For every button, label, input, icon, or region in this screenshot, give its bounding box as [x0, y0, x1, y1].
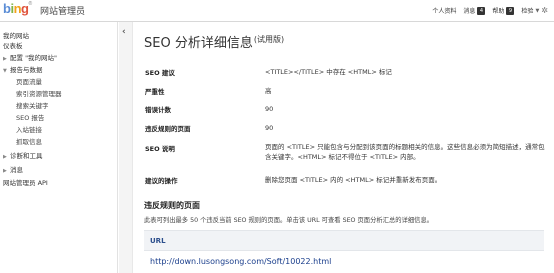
expand-arrow-icon[interactable]: ▶ — [3, 168, 10, 174]
sidebar-item-label: 页面流量 — [16, 78, 42, 86]
sidebar-item-messages[interactable]: ▶ 消息 — [3, 164, 23, 174]
sidebar-item-label: 诊断和工具 — [10, 152, 43, 160]
sidebar: 我的网站 仪表板 ▶ 配置 "我的网站" ▼ 报告与数据 页面流量 索引资源管理器 … — [0, 22, 118, 273]
messages-count-badge: 4 — [477, 6, 486, 15]
bing-logo[interactable]: bing® — [3, 1, 32, 16]
sidebar-item-index-explorer[interactable]: 索引资源管理器 — [16, 88, 62, 98]
detail-label: 严重性 — [145, 88, 165, 96]
chevron-left-icon: ‹ — [122, 27, 126, 37]
detail-label: SEO 说明 — [145, 145, 175, 153]
chevron-down-icon: ▼ — [535, 7, 540, 14]
sidebar-item-label: 入站链接 — [16, 126, 42, 134]
settings-menu[interactable]: 检验 ▼ ✲ — [521, 6, 548, 15]
sidebar-item-crawl-info[interactable]: 抓取信息 — [16, 136, 42, 146]
sidebar-item-label: 消息 — [10, 166, 23, 174]
url-table-header[interactable]: URL — [144, 230, 544, 251]
expand-arrow-icon[interactable]: ▶ — [3, 56, 10, 62]
sidebar-item-diagnostics[interactable]: ▶ 诊断和工具 — [3, 150, 43, 160]
gear-icon[interactable]: ✲ — [541, 6, 548, 15]
sidebar-item-seo-reports[interactable]: SEO 报告 — [16, 112, 44, 122]
detail-value: 页面的 <TITLE> 只能包含与分配到该页面的标题相关的信息。这些信息必须为简… — [265, 143, 545, 161]
sidebar-item-inbound-links[interactable]: 入站链接 — [16, 124, 42, 134]
detail-label: 建议的操作 — [145, 177, 178, 185]
sidebar-item-label: 仪表板 — [3, 42, 23, 50]
sidebar-item-reports[interactable]: ▼ 报告与数据 — [3, 64, 43, 74]
sidebar-item-label: SEO 报告 — [16, 114, 45, 122]
detail-value: <TITLE></TITLE> 中存在 <HTML> 标记 — [265, 68, 392, 76]
sidebar-item-webmaster-api[interactable]: 网站管理员 API — [3, 177, 48, 187]
main-content: SEO 分析详细信息(试用版) SEO 建议 <TITLE></TITLE> 中… — [134, 22, 554, 273]
help-link[interactable]: 帮助 9 — [492, 6, 515, 15]
profile-link[interactable]: 个人资料 — [432, 6, 456, 15]
violating-pages-heading: 违反规则的页面 — [144, 201, 200, 210]
help-count-badge: 9 — [506, 6, 515, 15]
sidebar-item-my-sites[interactable]: 我的网站 — [3, 30, 29, 40]
violating-pages-description: 此表可列出最多 50 个违反当前 SEO 规则的页面。单击该 URL 可查看 S… — [144, 217, 434, 224]
collapse-arrow-icon[interactable]: ▼ — [3, 68, 10, 74]
sidebar-item-label: 网站管理员 API — [3, 179, 48, 187]
detail-value: 删除您页面 <TITLE> 内的 <HTML> 标记并重新发布页面。 — [265, 176, 442, 184]
top-nav: 个人资料 消息 4 帮助 9 检验 ▼ ✲ — [432, 6, 548, 15]
app-title: 网站管理员 — [40, 7, 86, 17]
detail-label: SEO 建议 — [145, 69, 175, 77]
detail-value: 90 — [265, 124, 274, 132]
url-link[interactable]: http://down.lusongsong.com/Soft/10022.ht… — [150, 257, 331, 266]
settings-label: 检验 — [521, 8, 534, 15]
detail-label: 违反规则的页面 — [145, 125, 191, 133]
page-title: SEO 分析详细信息(试用版) — [144, 32, 284, 51]
sidebar-item-dashboard[interactable]: 仪表板 — [3, 40, 23, 50]
sidebar-item-label: 搜索关键字 — [16, 102, 49, 110]
sidebar-collapse-toggle[interactable]: ‹ — [119, 22, 133, 273]
sidebar-item-search-keywords[interactable]: 搜索关键字 — [16, 100, 49, 110]
sidebar-item-page-traffic[interactable]: 页面流量 — [16, 76, 42, 86]
profile-label: 个人资料 — [432, 8, 457, 15]
sidebar-item-label: 配置 "我的网站" — [10, 54, 58, 62]
messages-label: 消息 — [463, 8, 476, 15]
sidebar-item-configure[interactable]: ▶ 配置 "我的网站" — [3, 52, 57, 62]
sidebar-item-label: 索引资源管理器 — [16, 90, 62, 98]
logo-letter-n: n — [13, 1, 22, 16]
detail-value: 90 — [265, 105, 274, 113]
messages-link[interactable]: 消息 4 — [463, 6, 486, 15]
page-title-text: SEO 分析详细信息 — [144, 36, 253, 51]
detail-value: 高 — [265, 87, 272, 95]
sidebar-item-label: 抓取信息 — [16, 138, 42, 146]
sidebar-item-label: 我的网站 — [3, 32, 29, 40]
url-column-header[interactable]: URL — [150, 237, 166, 245]
sidebar-item-label: 报告与数据 — [10, 66, 43, 74]
detail-label: 错误计数 — [145, 106, 171, 114]
expand-arrow-icon[interactable]: ▶ — [3, 154, 10, 160]
help-label: 帮助 — [492, 8, 505, 15]
trial-version-label: (试用版) — [253, 35, 285, 44]
logo-registered-mark: ® — [28, 1, 32, 7]
top-bar: bing® 网站管理员 个人资料 消息 4 帮助 9 检验 ▼ ✲ — [0, 0, 554, 22]
